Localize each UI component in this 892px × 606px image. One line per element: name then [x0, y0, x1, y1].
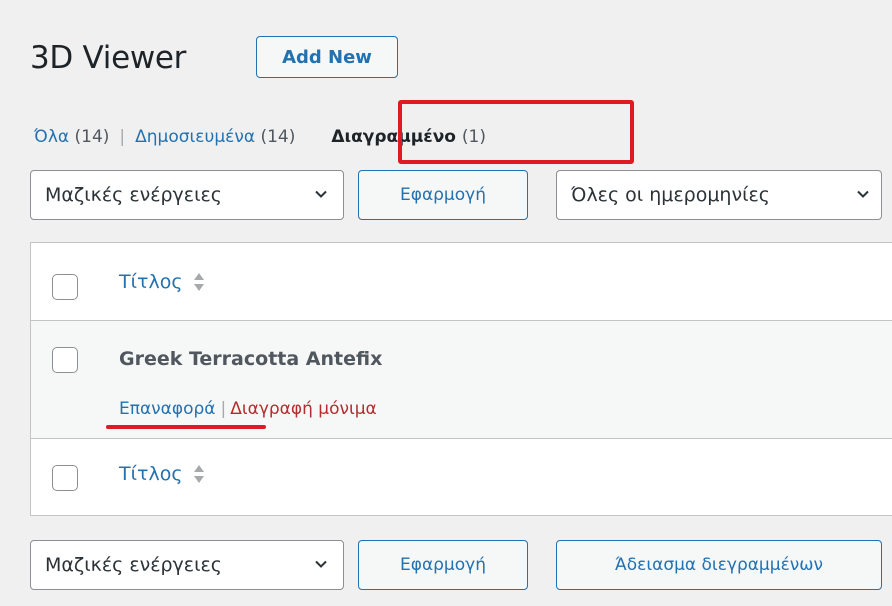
empty-trash-button[interactable]: Άδειασμα διεγραμμένων — [556, 540, 882, 590]
posts-list-table: Τίτλος Greek Terracotta Antefix Επαναφορ… — [30, 242, 892, 516]
sort-arrows-icon — [193, 465, 204, 483]
apply-button-bottom[interactable]: Εφαρμογή — [358, 540, 528, 590]
views-separator: | — [119, 127, 126, 147]
annotation-underline — [106, 425, 266, 429]
bulk-actions-value: Μαζικές ενέργειες — [45, 184, 222, 206]
view-published-count: (14) — [260, 127, 296, 147]
select-all-checkbox-top[interactable] — [52, 274, 78, 300]
view-all-link[interactable]: Όλα (14) — [34, 126, 109, 148]
table-row: Greek Terracotta Antefix Επαναφορά | Δια… — [31, 321, 892, 439]
dates-filter-select[interactable]: Όλες οι ημερομηνίες — [556, 170, 882, 220]
table-footer-row: Τίτλος — [31, 439, 892, 517]
restore-link[interactable]: Επαναφορά — [119, 399, 216, 419]
chevron-down-icon — [315, 560, 327, 568]
row-checkbox[interactable] — [52, 347, 78, 373]
bulk-actions-select-top[interactable]: Μαζικές ενέργειες — [30, 170, 344, 220]
view-published-link[interactable]: Δημοσιευμένα (14) — [135, 126, 295, 148]
row-actions: Επαναφορά | Διαγραφή μόνιμα — [119, 399, 377, 419]
add-new-button[interactable]: Add New — [256, 36, 398, 78]
annotation-highlight-box — [398, 100, 634, 164]
bulk-actions-value: Μαζικές ενέργειες — [45, 554, 222, 576]
sort-arrows-icon — [193, 273, 204, 291]
post-title: Greek Terracotta Antefix — [119, 348, 383, 370]
view-all-label: Όλα — [34, 127, 70, 147]
view-all-count: (14) — [74, 127, 110, 147]
view-published-label: Δημοσιευμένα — [135, 127, 256, 147]
dates-filter-value: Όλες οι ημερομηνίες — [571, 184, 770, 206]
apply-button-top[interactable]: Εφαρμογή — [358, 170, 528, 220]
table-header-row: Τίτλος — [31, 243, 892, 321]
bulk-actions-select-bottom[interactable]: Μαζικές ενέργειες — [30, 540, 344, 590]
page-title: 3D Viewer — [30, 40, 187, 76]
chevron-down-icon — [315, 190, 327, 198]
delete-permanently-link[interactable]: Διαγραφή μόνιμα — [230, 399, 377, 419]
sort-by-title-link-top[interactable]: Τίτλος — [119, 271, 205, 293]
chevron-down-icon — [857, 190, 869, 198]
column-title-label: Τίτλος — [119, 463, 183, 485]
column-title-label: Τίτλος — [119, 271, 183, 293]
row-actions-separator: | — [220, 399, 227, 419]
select-all-checkbox-bottom[interactable] — [52, 465, 78, 491]
sort-by-title-link-bottom[interactable]: Τίτλος — [119, 463, 205, 485]
